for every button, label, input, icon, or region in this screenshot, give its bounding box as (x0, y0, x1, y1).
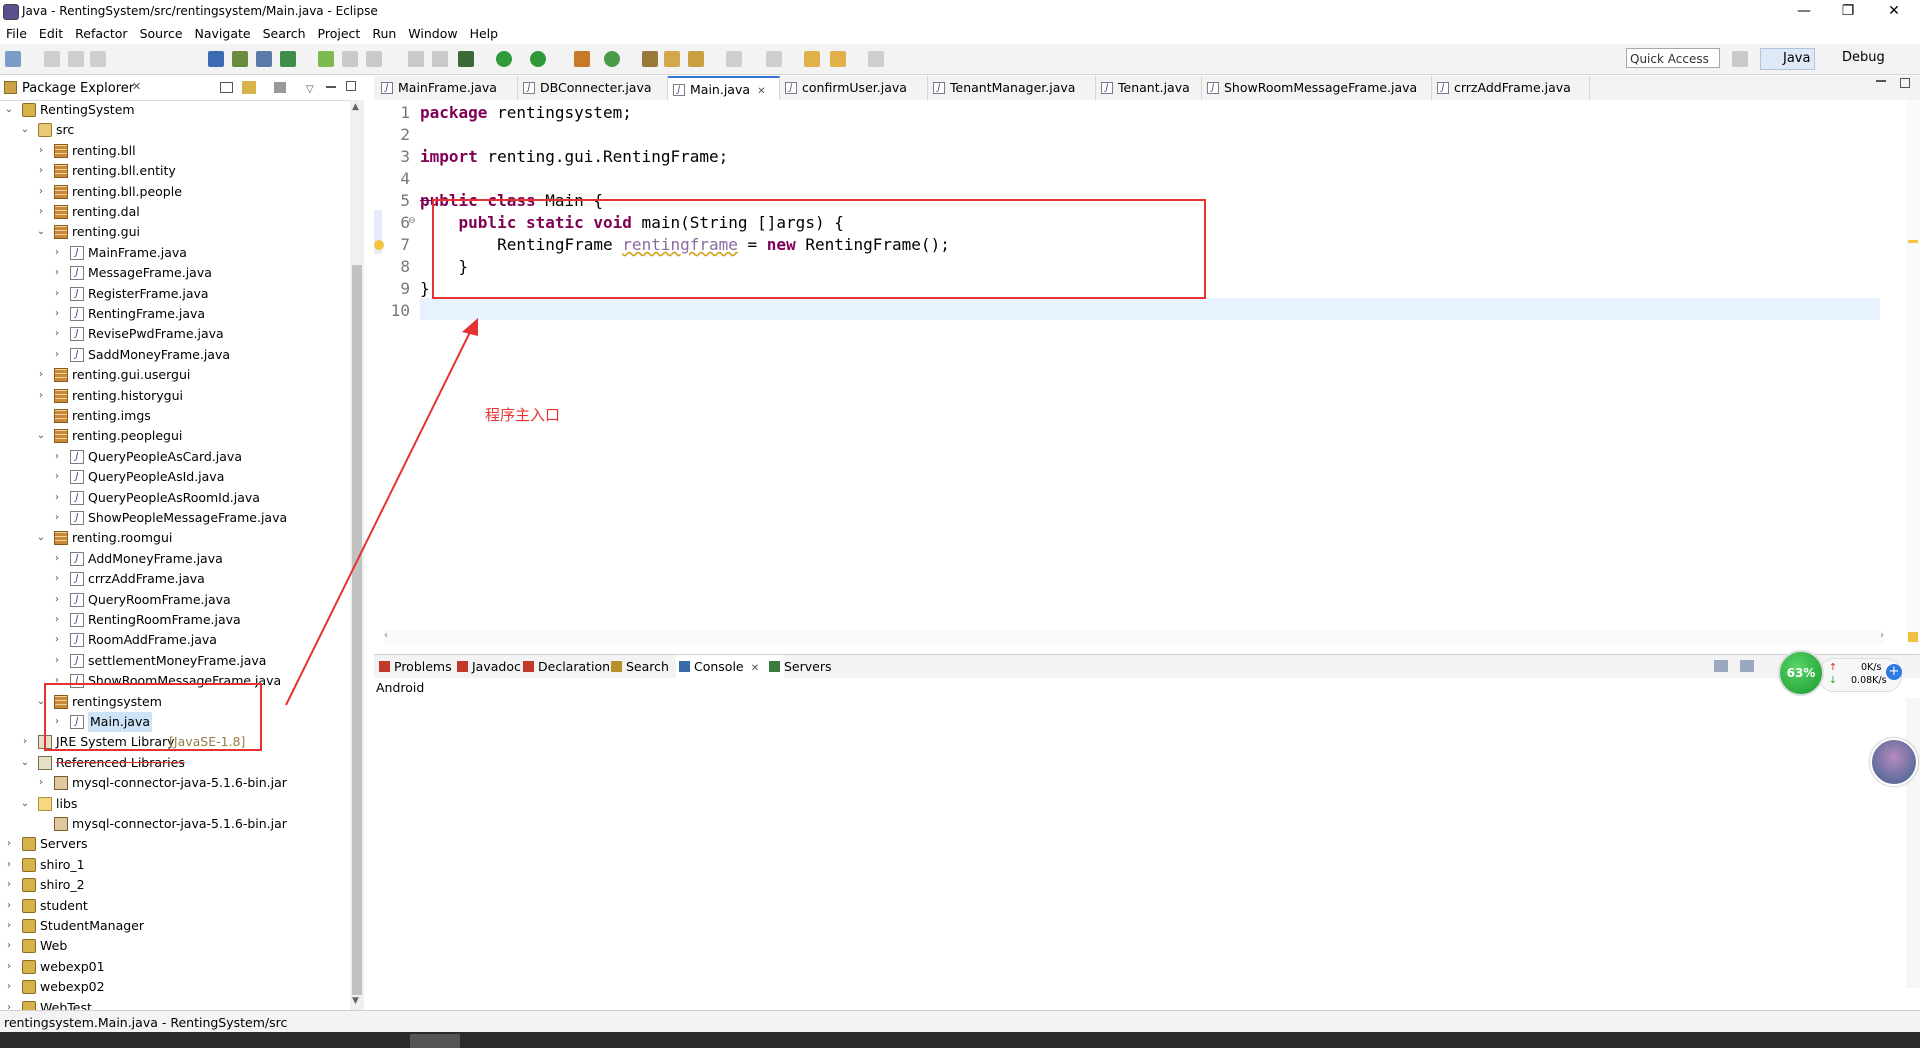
bottom-tab-label: Problems (394, 659, 452, 674)
bottom-tab-label: Javadoc (472, 659, 521, 674)
console-label: Android (376, 680, 425, 695)
problems-icon (379, 661, 390, 672)
console-icon (679, 661, 690, 672)
status-bar: rentingsystem.Main.java - RentingSystem/… (0, 1010, 1920, 1033)
console-view[interactable]: Android (374, 678, 1920, 1008)
declaration-icon (523, 661, 534, 672)
bottom-tab-label: Declaration (538, 659, 611, 674)
console-scrollbar[interactable] (1906, 698, 1920, 988)
bottom-tab-label: Search (626, 659, 669, 674)
upload-arrow-icon: ↑ (1829, 662, 1837, 673)
servers-icon (769, 661, 780, 672)
memory-percent: 63% (1786, 666, 1816, 680)
upload-speed: 0K/s (1861, 662, 1882, 673)
console-clear-icon[interactable] (1714, 660, 1728, 672)
tab-close-icon[interactable]: ✕ (748, 663, 759, 674)
avatar[interactable] (1870, 738, 1918, 786)
bottom-tab-label: Console (694, 659, 744, 674)
search-icon (611, 661, 622, 672)
bottom-tab-label: Servers (784, 659, 832, 674)
bottom-panel-tabs: Problems Javadoc Declaration Search Console … (374, 654, 1920, 680)
status-text: rentingsystem.Main.java - RentingSystem/… (4, 1015, 288, 1030)
add-icon[interactable]: + (1886, 664, 1902, 680)
download-arrow-icon: ↓ (1829, 675, 1837, 686)
console-pin-icon[interactable] (1740, 660, 1754, 672)
annotation-label: 程序主入口 (485, 406, 561, 424)
memory-gauge: 63% (1778, 650, 1824, 696)
os-taskbar (0, 1032, 1920, 1048)
bottom-tab[interactable]: Servers (766, 655, 850, 679)
taskbar-item[interactable] (410, 1034, 460, 1048)
javadoc-icon (457, 661, 468, 672)
download-speed: 0.08K/s (1851, 675, 1887, 686)
network-speed-widget[interactable]: ↑ 0K/s ↓ 0.08K/s 63% + (1778, 650, 1904, 698)
